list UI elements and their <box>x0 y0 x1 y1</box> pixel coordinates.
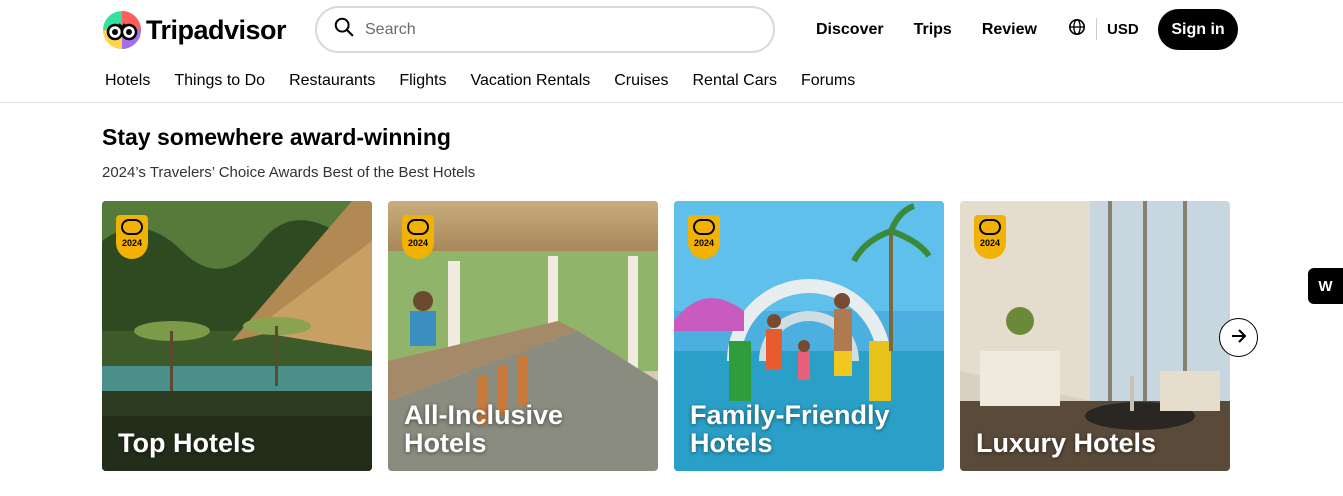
top-nav: Discover Trips Review <box>816 18 1067 42</box>
currency-label: USD <box>1107 20 1139 38</box>
travelers-choice-badge: 2024 <box>116 215 148 259</box>
section-title: Stay somewhere award-winning <box>102 124 451 150</box>
section-subtitle: 2024’s Travelers’ Choice Awards Best of … <box>102 164 476 181</box>
card-top-hotels[interactable]: 2024 Top Hotels <box>102 201 372 471</box>
card-all-inclusive-hotels[interactable]: 2024 All-Inclusive Hotels <box>388 201 658 471</box>
arrow-right-icon <box>1229 326 1249 349</box>
travelers-choice-badge: 2024 <box>974 215 1006 259</box>
search-input[interactable] <box>365 20 745 39</box>
nav-review[interactable]: Review <box>982 18 1037 42</box>
language-currency-selector[interactable]: USD <box>1068 18 1139 40</box>
owl-icon <box>121 219 143 235</box>
tripadvisor-logo[interactable]: Tripadvisor <box>102 10 287 50</box>
side-feedback-tab[interactable]: W <box>1308 268 1343 304</box>
divider <box>1096 18 1097 40</box>
travelers-choice-badge: 2024 <box>688 215 720 259</box>
globe-icon <box>1068 18 1086 40</box>
search-box[interactable] <box>315 6 775 53</box>
logo-wordmark: Tripadvisor <box>146 14 287 45</box>
travelers-choice-badge: 2024 <box>402 215 434 259</box>
owl-icon <box>693 219 715 235</box>
subnav-restaurants[interactable]: Restaurants <box>289 70 375 92</box>
subnav-flights[interactable]: Flights <box>399 70 446 92</box>
subnav-vacation-rentals[interactable]: Vacation Rentals <box>470 70 590 92</box>
category-nav: Hotels Things to Do Restaurants Flights … <box>105 70 879 92</box>
card-label: Top Hotels <box>118 428 256 458</box>
card-label: All-Inclusive Hotels <box>404 400 564 458</box>
subnav-things-to-do[interactable]: Things to Do <box>174 70 265 92</box>
search-icon <box>333 16 355 43</box>
owl-logo-icon <box>102 10 142 50</box>
subnav-cruises[interactable]: Cruises <box>614 70 668 92</box>
owl-icon <box>979 219 1001 235</box>
carousel-next-button[interactable] <box>1219 318 1258 357</box>
card-label: Luxury Hotels <box>976 428 1157 458</box>
card-family-friendly-hotels[interactable]: 2024 Family-Friendly Hotels <box>674 201 944 471</box>
nav-trips[interactable]: Trips <box>914 18 952 42</box>
sign-in-button[interactable]: Sign in <box>1158 9 1238 50</box>
subnav-rental-cars[interactable]: Rental Cars <box>692 70 776 92</box>
subnav-hotels[interactable]: Hotels <box>105 70 150 92</box>
nav-discover[interactable]: Discover <box>816 18 884 42</box>
card-label: Family-Friendly Hotels <box>690 400 890 458</box>
owl-icon <box>407 219 429 235</box>
site-header: Tripadvisor Discover Trips Review USD Si… <box>0 0 1343 103</box>
subnav-forums[interactable]: Forums <box>801 70 855 92</box>
card-luxury-hotels[interactable]: 2024 Luxury Hotels <box>960 201 1230 471</box>
